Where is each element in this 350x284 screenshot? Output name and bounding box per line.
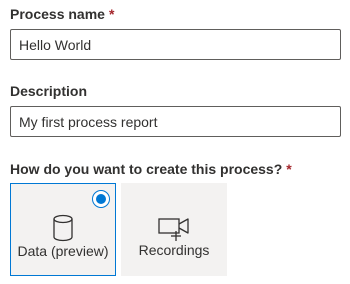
radio-selected-indicator[interactable]	[92, 190, 110, 208]
required-indicator: *	[286, 161, 292, 177]
create-process-form: Process name* Description How do you wan…	[0, 0, 350, 284]
radio-dot	[96, 194, 106, 204]
description-label-text: Description	[10, 83, 88, 99]
creation-method-options: Data (preview) Recordings	[10, 183, 227, 276]
process-name-label: Process name *	[10, 6, 114, 22]
process-name-input[interactable]	[10, 29, 341, 60]
description-label: Description	[10, 83, 87, 99]
required-indicator: *	[108, 6, 115, 22]
option-card-recordings[interactable]: Recordings	[121, 183, 227, 276]
option-card-data-preview[interactable]: Data (preview)	[10, 183, 116, 276]
description-input[interactable]	[10, 106, 341, 137]
database-icon	[53, 214, 73, 242]
option-label-recordings: Recordings	[138, 242, 210, 258]
video-camera-add-icon	[158, 218, 189, 241]
option-label-data-preview: Data (preview)	[17, 243, 109, 259]
creation-method-label: How do you want to create this process? *	[10, 161, 292, 177]
creation-method-label-text: How do you want to create this process?	[10, 161, 283, 177]
process-name-label-text: Process name	[10, 6, 105, 22]
